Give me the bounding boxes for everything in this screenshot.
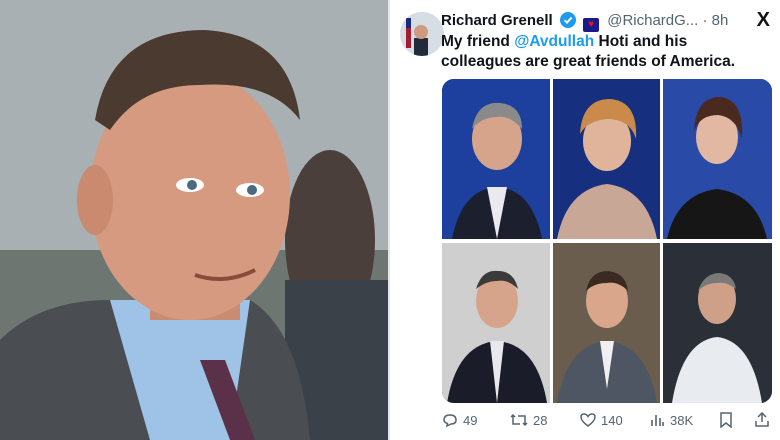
view-count: 38K (670, 412, 694, 428)
like-button[interactable]: 140 (580, 412, 623, 428)
share-icon (755, 412, 769, 427)
repost-count: 28 (533, 412, 548, 428)
header-separator: · (702, 12, 708, 29)
tweet-media-collage[interactable] (442, 79, 772, 403)
like-count: 140 (601, 412, 623, 428)
author-handle[interactable]: @RichardG... (607, 12, 698, 29)
analytics-icon (651, 415, 664, 426)
reply-button[interactable]: 49 (442, 412, 477, 428)
repost-icon (510, 413, 528, 427)
tweet-card[interactable]: Richard Grenell ♥ @RichardG... · 8h X My… (390, 0, 780, 440)
repost-button[interactable]: 28 (510, 412, 547, 428)
tweet-timestamp[interactable]: 8h (712, 12, 729, 29)
share-button[interactable] (754, 412, 770, 428)
tweet-text: My friend @Avdullah Hoti and his colleag… (441, 32, 771, 72)
author-name[interactable]: Richard Grenell (441, 12, 553, 29)
tweet-text-start: My friend (441, 33, 515, 50)
reply-count: 49 (463, 412, 478, 428)
verified-badge-icon (559, 12, 576, 34)
views-button[interactable]: 38K (649, 412, 693, 428)
affiliation-badge-icon: ♥ (583, 18, 600, 32)
bookmark-button[interactable] (719, 412, 733, 428)
bookmark-icon (720, 412, 732, 428)
author-avatar[interactable] (400, 12, 444, 56)
reply-icon (443, 414, 457, 428)
portrait-photo (0, 0, 388, 440)
tweet-header: Richard Grenell ♥ @RichardG... · 8h (441, 11, 729, 34)
mention-link[interactable]: @Avdullah (514, 33, 594, 50)
tweet-actions: 49 28 140 38K (442, 412, 772, 432)
heart-icon (580, 413, 596, 427)
x-logo-icon: X (756, 9, 770, 31)
